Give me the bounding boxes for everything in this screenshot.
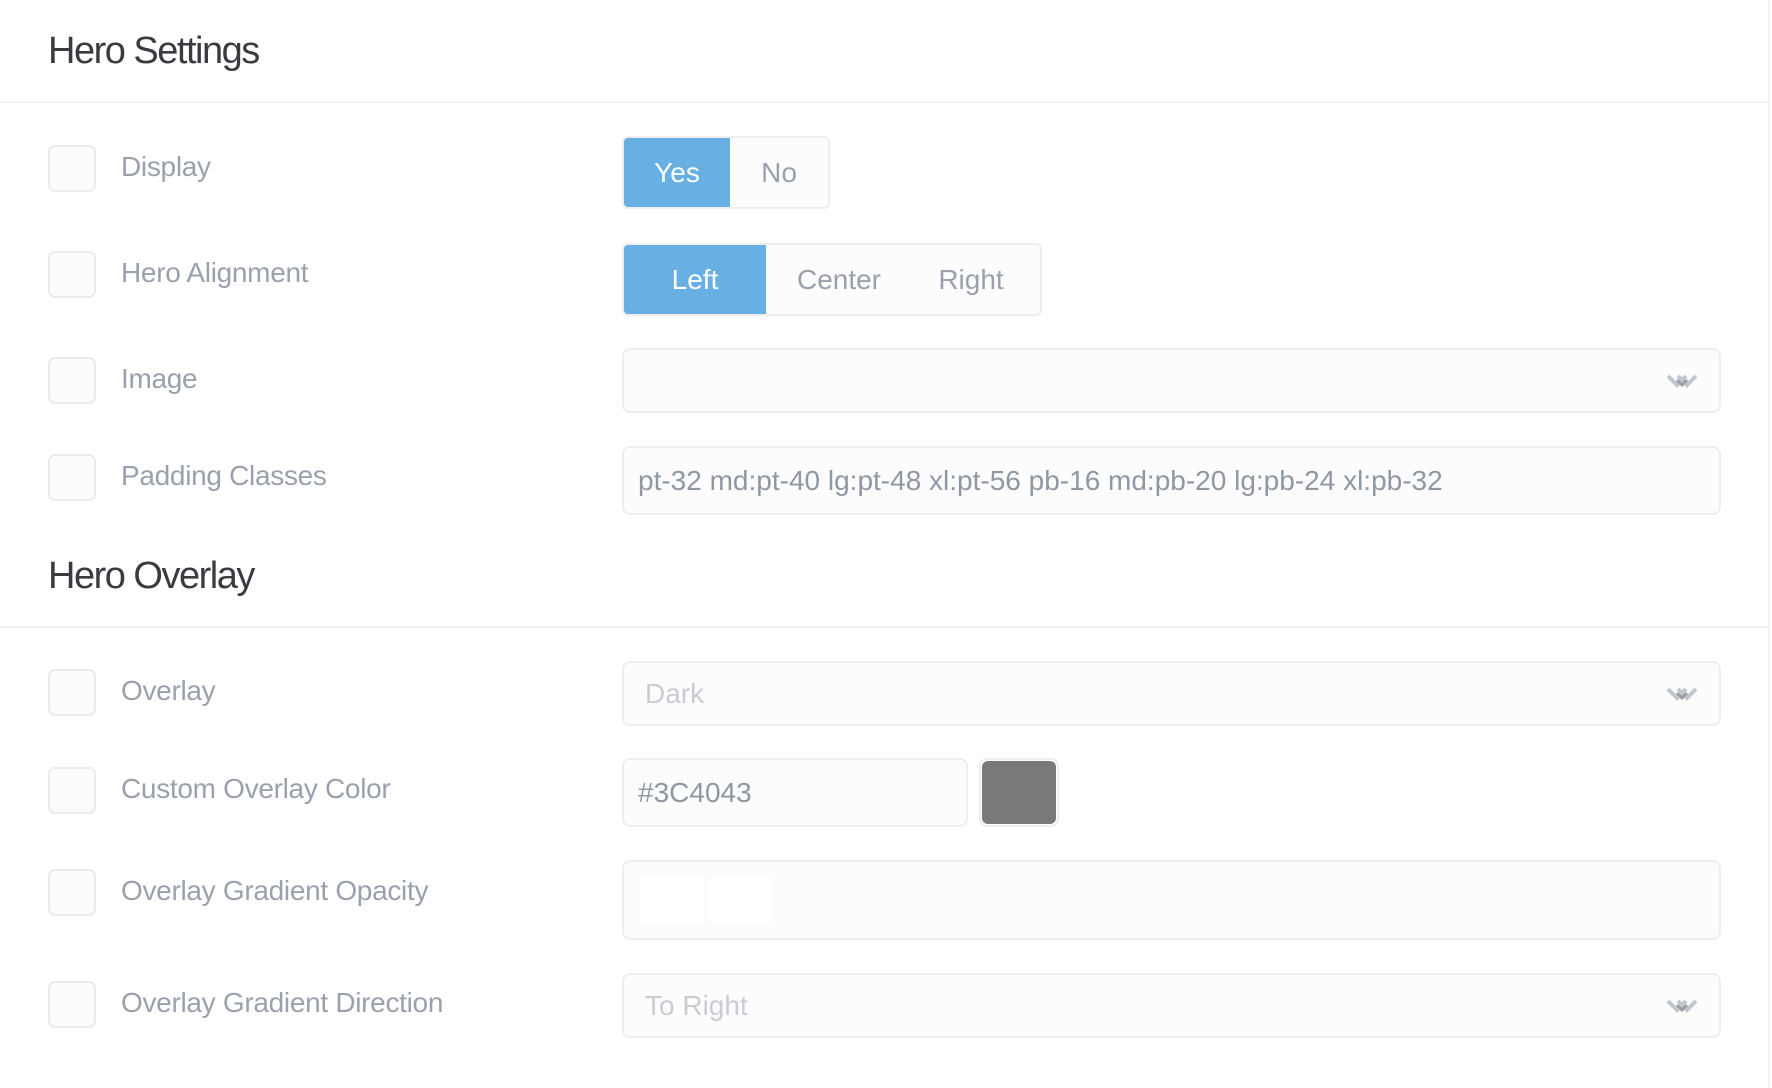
custom-overlay-color-value: #3C4043: [638, 776, 752, 808]
color-swatch[interactable]: [979, 758, 1059, 827]
chevron-down-icon: [1666, 999, 1698, 1013]
hero-alignment-checkbox[interactable]: [48, 251, 96, 298]
section-title-hero-settings: Hero Settings: [48, 30, 260, 72]
display-label: Display: [121, 151, 211, 182]
padding-classes-value: pt-32 md:pt-40 lg:pt-48 xl:pt-56 pb-16 m…: [638, 464, 1443, 496]
opacity-option-placeholder: [640, 874, 704, 924]
custom-overlay-color-label: Custom Overlay Color: [121, 773, 391, 804]
opacity-option-placeholder: [710, 874, 774, 924]
overlay-select-value: Dark: [645, 677, 705, 709]
hero-alignment-toggle-group: Left Center Right: [622, 243, 1042, 316]
alignment-left-button[interactable]: Left: [624, 245, 766, 314]
custom-overlay-color-input[interactable]: #3C4043: [622, 758, 968, 827]
padding-classes-label: Padding Classes: [121, 460, 327, 491]
divider: [0, 101, 1770, 103]
hero-alignment-label: Hero Alignment: [121, 257, 309, 288]
section-title-hero-overlay: Hero Overlay: [48, 555, 255, 597]
overlay-checkbox[interactable]: [48, 669, 96, 716]
image-select[interactable]: [622, 348, 1721, 413]
alignment-center-button[interactable]: Center: [766, 245, 912, 314]
display-checkbox[interactable]: [48, 145, 96, 192]
overlay-gradient-direction-value: To Right: [645, 989, 748, 1021]
chevron-down-icon: [1666, 374, 1698, 388]
overlay-label: Overlay: [121, 675, 216, 706]
display-yes-button[interactable]: Yes: [624, 138, 730, 207]
overlay-gradient-direction-checkbox[interactable]: [48, 981, 96, 1028]
settings-panel: Hero Settings Display Yes No Hero Alignm…: [0, 0, 1770, 1088]
color-swatch-fill: [982, 761, 1056, 824]
image-label: Image: [121, 363, 198, 394]
image-checkbox[interactable]: [48, 357, 96, 404]
overlay-gradient-opacity-checkbox[interactable]: [48, 869, 96, 916]
overlay-gradient-direction-label: Overlay Gradient Direction: [121, 987, 444, 1018]
padding-classes-input[interactable]: pt-32 md:pt-40 lg:pt-48 xl:pt-56 pb-16 m…: [622, 446, 1721, 515]
padding-classes-checkbox[interactable]: [48, 454, 96, 501]
chevron-down-icon: [1666, 687, 1698, 701]
alignment-right-button[interactable]: Right: [912, 245, 1040, 314]
custom-overlay-color-checkbox[interactable]: [48, 767, 96, 814]
display-no-button[interactable]: No: [730, 138, 828, 207]
display-toggle-group: Yes No: [622, 136, 830, 209]
overlay-gradient-opacity-label: Overlay Gradient Opacity: [121, 875, 429, 906]
overlay-select[interactable]: Dark: [622, 661, 1721, 726]
overlay-gradient-direction-select[interactable]: To Right: [622, 973, 1721, 1038]
overlay-gradient-opacity-input[interactable]: [622, 860, 1721, 940]
divider: [0, 626, 1770, 628]
